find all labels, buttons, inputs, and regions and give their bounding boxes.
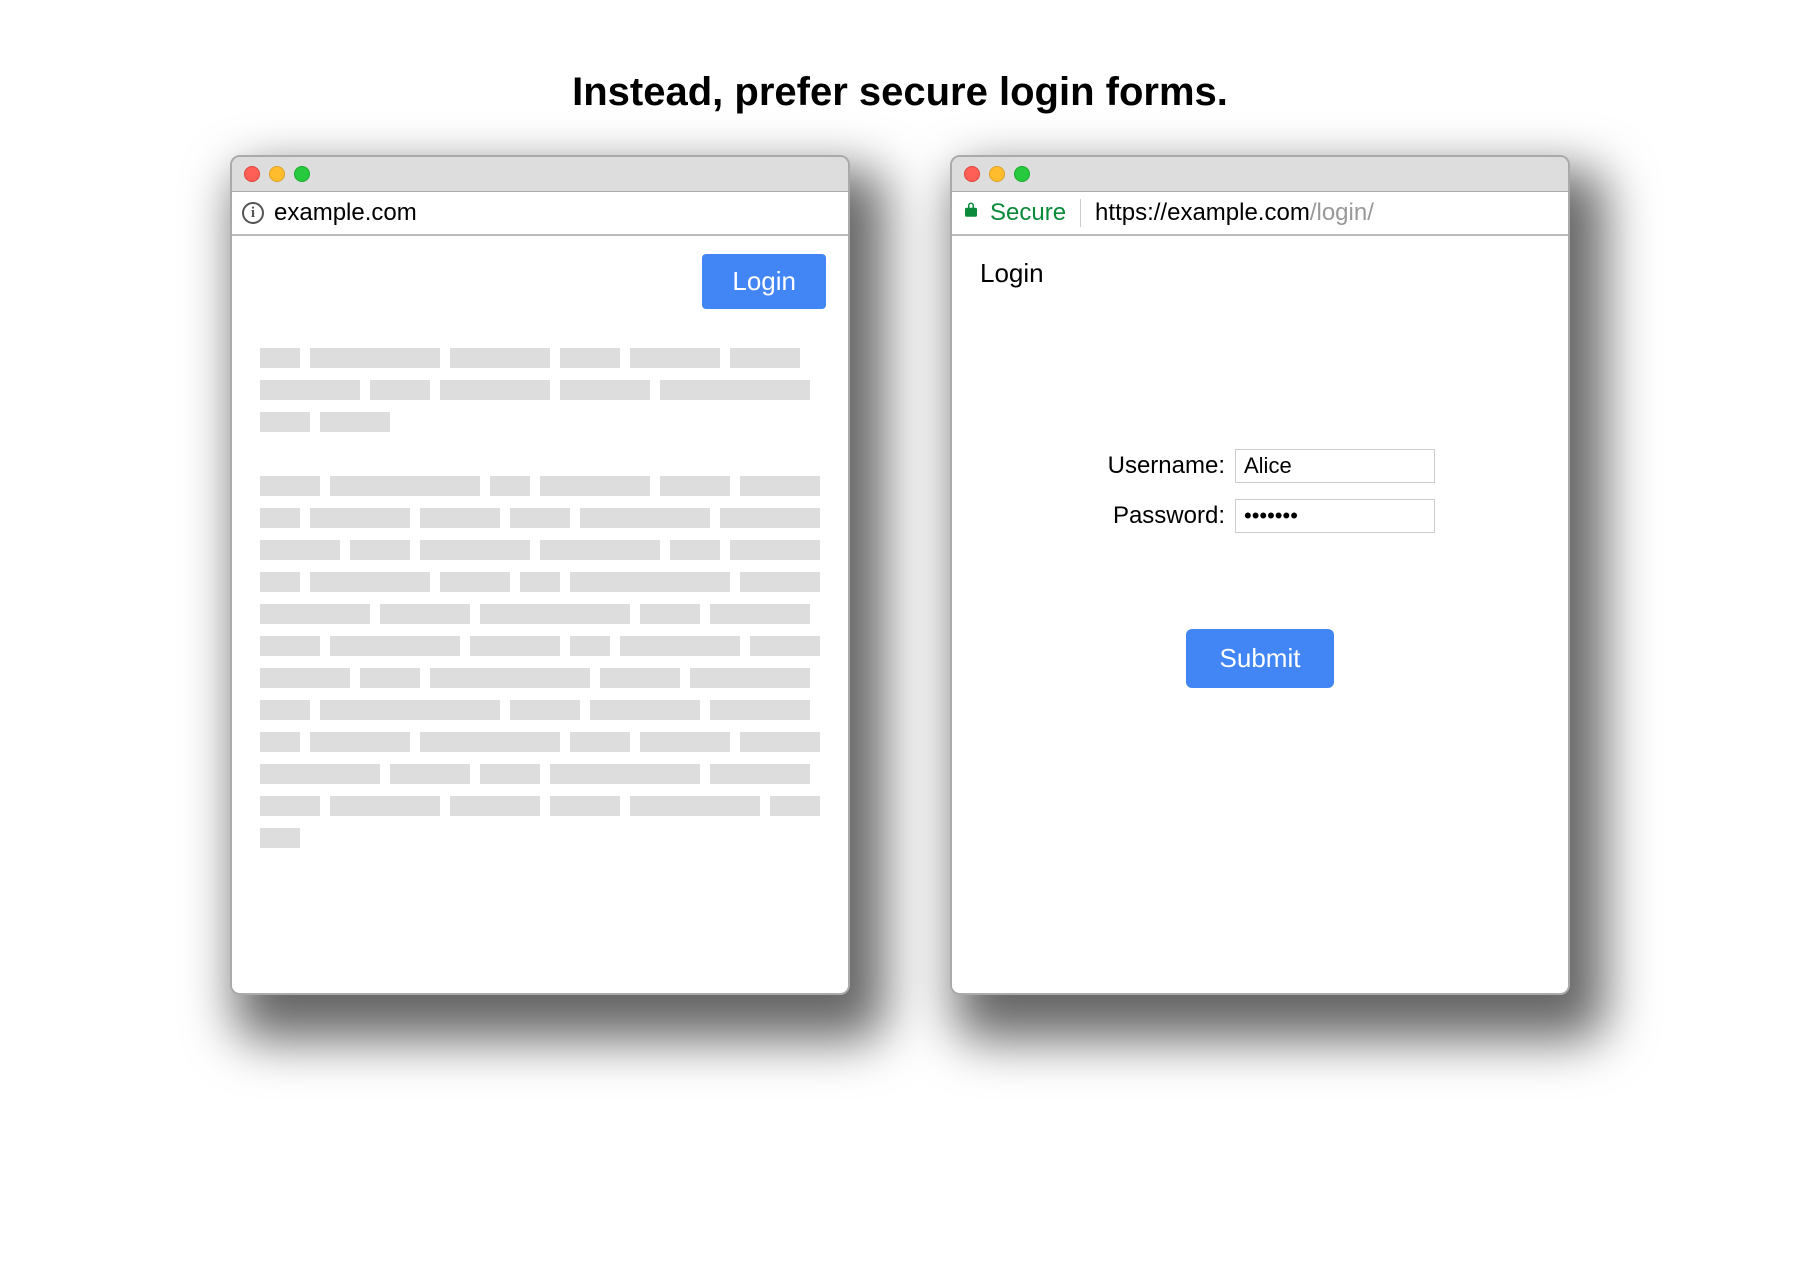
username-label: Username:	[1085, 452, 1225, 480]
lock-icon	[962, 199, 980, 227]
url-text: https://example.com/login/	[1095, 199, 1374, 227]
password-field[interactable]	[1235, 499, 1435, 533]
secure-browser-window: Secure https://example.com/login/ Login …	[950, 155, 1570, 995]
secure-label: Secure	[990, 199, 1066, 227]
page-content-insecure: Login	[232, 236, 848, 993]
minimize-icon[interactable]	[989, 166, 1005, 182]
placeholder-text	[260, 348, 820, 848]
minimize-icon[interactable]	[269, 166, 285, 182]
address-bar[interactable]: Secure https://example.com/login/	[952, 192, 1568, 236]
window-titlebar	[232, 157, 848, 192]
info-icon: i	[242, 202, 264, 224]
maximize-icon[interactable]	[294, 166, 310, 182]
page-heading: Instead, prefer secure login forms.	[572, 70, 1228, 115]
maximize-icon[interactable]	[1014, 166, 1030, 182]
divider	[1080, 199, 1081, 227]
url-host: example.com	[1167, 199, 1310, 226]
url-path: /login/	[1310, 199, 1374, 226]
address-bar[interactable]: i example.com	[232, 192, 848, 236]
submit-button[interactable]: Submit	[1186, 629, 1335, 688]
close-icon[interactable]	[244, 166, 260, 182]
url-protocol: https://	[1095, 199, 1167, 226]
username-field[interactable]	[1235, 449, 1435, 483]
window-titlebar	[952, 157, 1568, 192]
password-label: Password:	[1085, 502, 1225, 530]
login-title: Login	[980, 258, 1540, 289]
login-button[interactable]: Login	[702, 254, 826, 309]
url-text: example.com	[274, 199, 417, 227]
close-icon[interactable]	[964, 166, 980, 182]
page-content-secure: Login Username: Password: Submit	[952, 236, 1568, 993]
login-form: Username: Password: Submit	[980, 449, 1540, 688]
insecure-browser-window: i example.com Login	[230, 155, 850, 995]
